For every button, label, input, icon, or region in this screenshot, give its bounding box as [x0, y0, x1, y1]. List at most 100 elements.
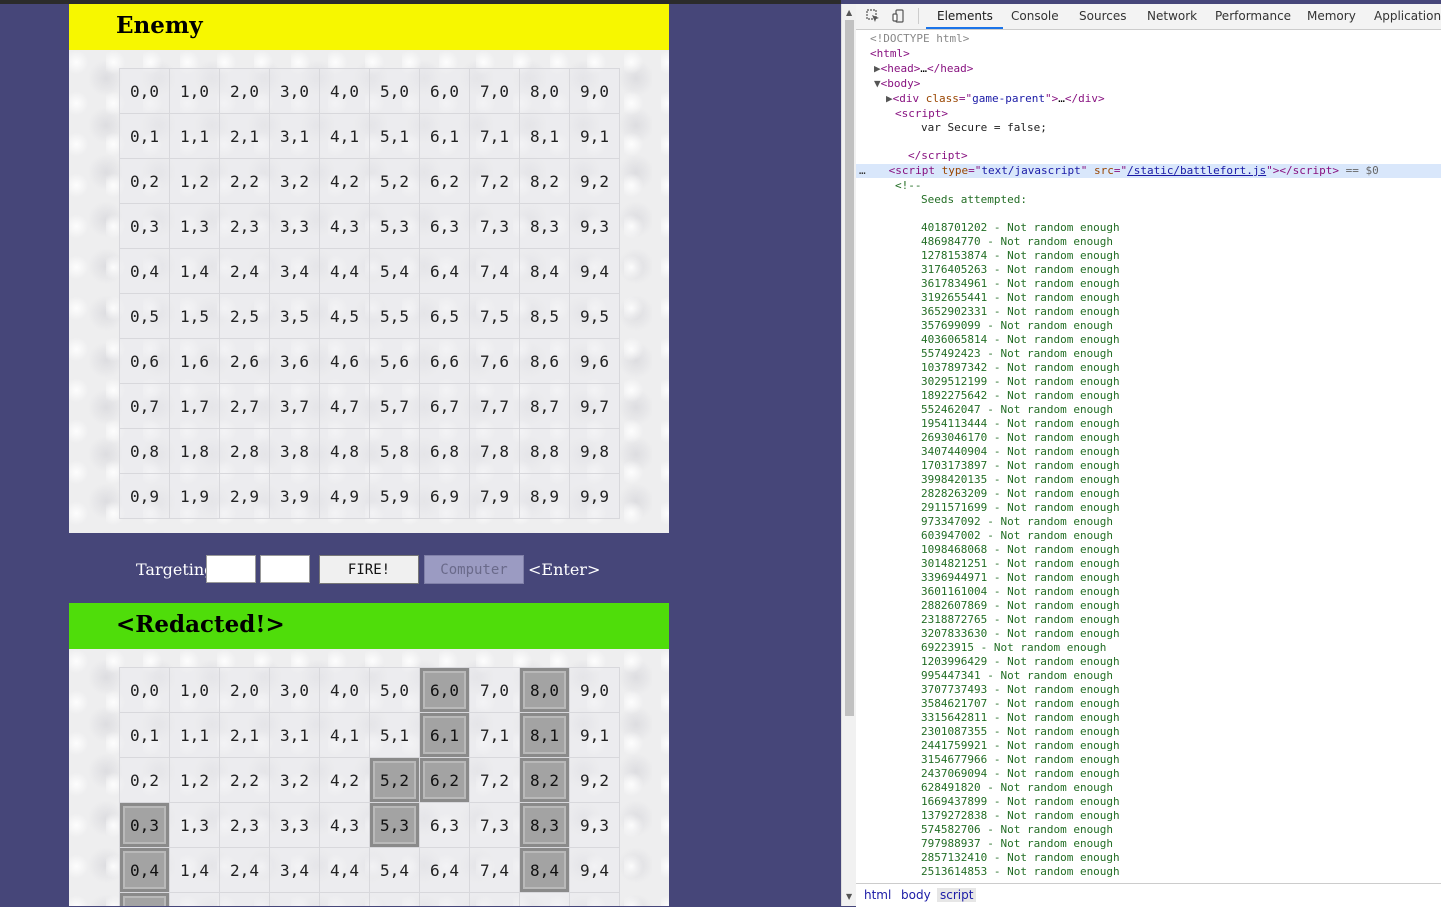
grid-cell[interactable]: 5,8 [370, 429, 420, 474]
grid-cell[interactable]: 5,6 [370, 339, 420, 384]
collapse-triangle-icon[interactable]: ▼ [874, 77, 881, 90]
grid-cell[interactable]: 8,8 [520, 429, 570, 474]
inspect-element-icon[interactable] [866, 9, 880, 23]
inline-script-open[interactable]: <script> [895, 107, 948, 121]
grid-cell[interactable]: 7,3 [470, 204, 520, 249]
game-parent-node[interactable]: ▶<div class="game-parent">…</div> [886, 92, 1105, 106]
grid-cell[interactable]: 1,5 [170, 294, 220, 339]
tab-network[interactable]: Network [1147, 9, 1197, 23]
grid-cell[interactable]: 1,4 [170, 848, 220, 893]
grid-cell[interactable]: 2,4 [220, 249, 270, 294]
grid-cell[interactable]: 7,7 [470, 384, 520, 429]
grid-cell[interactable]: 9,2 [570, 159, 620, 204]
grid-cell[interactable]: 0,3 [120, 803, 170, 848]
grid-cell[interactable]: 8,3 [520, 803, 570, 848]
grid-cell[interactable]: 8,6 [520, 339, 570, 384]
grid-cell[interactable]: 4,7 [320, 384, 370, 429]
grid-cell[interactable]: 3,2 [270, 159, 320, 204]
tab-memory[interactable]: Memory [1307, 9, 1356, 23]
target-x-input[interactable] [206, 555, 256, 583]
grid-cell[interactable]: 9,6 [570, 339, 620, 384]
grid-cell[interactable]: 8,3 [520, 204, 570, 249]
grid-cell[interactable]: 4,9 [320, 474, 370, 519]
grid-cell[interactable]: 6,1 [420, 713, 470, 758]
grid-cell[interactable]: 4,5 [320, 294, 370, 339]
grid-cell[interactable]: 2,7 [220, 384, 270, 429]
grid-cell[interactable]: 7,0 [470, 668, 520, 713]
grid-cell[interactable]: 1,1 [170, 114, 220, 159]
grid-cell[interactable]: 5,2 [370, 758, 420, 803]
grid-cell[interactable]: 0,5 [120, 893, 170, 906]
grid-cell[interactable]: 2,3 [220, 204, 270, 249]
grid-cell[interactable] [420, 893, 470, 906]
grid-cell[interactable]: 4,8 [320, 429, 370, 474]
grid-cell[interactable]: 1,0 [170, 668, 220, 713]
grid-cell[interactable]: 5,0 [370, 69, 420, 114]
breadcrumb-body[interactable]: body [901, 888, 931, 902]
expand-triangle-icon[interactable]: ▶ [886, 92, 893, 105]
grid-cell[interactable]: 5,1 [370, 114, 420, 159]
grid-cell[interactable]: 6,8 [420, 429, 470, 474]
grid-cell[interactable]: 4,0 [320, 668, 370, 713]
grid-cell[interactable] [320, 893, 370, 906]
grid-cell[interactable]: 1,1 [170, 713, 220, 758]
grid-cell[interactable]: 5,3 [370, 204, 420, 249]
grid-cell[interactable]: 7,1 [470, 114, 520, 159]
grid-cell[interactable]: 9,0 [570, 668, 620, 713]
grid-cell[interactable]: 0,4 [120, 848, 170, 893]
tab-console[interactable]: Console [1011, 9, 1059, 23]
grid-cell[interactable]: 9,4 [570, 249, 620, 294]
scroll-down-icon[interactable]: ▼ [846, 892, 852, 901]
grid-cell[interactable]: 0,6 [120, 339, 170, 384]
grid-cell[interactable]: 7,4 [470, 848, 520, 893]
tab-performance[interactable]: Performance [1215, 9, 1291, 23]
grid-cell[interactable]: 4,0 [320, 69, 370, 114]
expand-triangle-icon[interactable]: ▶ [874, 62, 881, 75]
grid-cell[interactable]: 7,9 [470, 474, 520, 519]
grid-cell[interactable]: 4,2 [320, 758, 370, 803]
grid-cell[interactable] [170, 893, 220, 906]
grid-cell[interactable] [220, 893, 270, 906]
grid-cell[interactable]: 7,6 [470, 339, 520, 384]
grid-cell[interactable]: 0,2 [120, 159, 170, 204]
grid-cell[interactable]: 5,9 [370, 474, 420, 519]
grid-cell[interactable]: 4,3 [320, 204, 370, 249]
grid-cell[interactable]: 6,7 [420, 384, 470, 429]
grid-cell[interactable]: 8,4 [520, 848, 570, 893]
grid-cell[interactable]: 7,3 [470, 803, 520, 848]
grid-cell[interactable]: 2,3 [220, 803, 270, 848]
grid-cell[interactable]: 0,3 [120, 204, 170, 249]
grid-cell[interactable]: 0,5 [120, 294, 170, 339]
head-node[interactable]: ▶<head>…</head> [874, 62, 973, 76]
grid-cell[interactable]: 1,3 [170, 204, 220, 249]
grid-cell[interactable]: 6,0 [420, 69, 470, 114]
more-options-icon[interactable]: … [859, 164, 866, 177]
grid-cell[interactable]: 7,5 [470, 294, 520, 339]
grid-cell[interactable]: 2,5 [220, 294, 270, 339]
comment-open[interactable]: <!-- [895, 179, 922, 193]
grid-cell[interactable]: 3,7 [270, 384, 320, 429]
grid-cell[interactable]: 8,2 [520, 758, 570, 803]
grid-cell[interactable]: 2,2 [220, 159, 270, 204]
grid-cell[interactable]: 6,1 [420, 114, 470, 159]
grid-cell[interactable]: 6,3 [420, 204, 470, 249]
body-node[interactable]: ▼<body> [874, 77, 920, 91]
grid-cell[interactable]: 5,7 [370, 384, 420, 429]
grid-cell[interactable]: 8,1 [520, 713, 570, 758]
doctype-line[interactable]: <!DOCTYPE html> [870, 32, 969, 46]
device-toggle-icon[interactable] [892, 9, 906, 23]
grid-cell[interactable] [520, 893, 570, 906]
grid-cell[interactable]: 3,1 [270, 713, 320, 758]
breadcrumb-html[interactable]: html [864, 888, 891, 902]
grid-cell[interactable]: 1,3 [170, 803, 220, 848]
grid-cell[interactable]: 1,8 [170, 429, 220, 474]
grid-cell[interactable]: 8,7 [520, 384, 570, 429]
grid-cell[interactable]: 9,5 [570, 294, 620, 339]
grid-cell[interactable]: 4,1 [320, 713, 370, 758]
grid-cell[interactable]: 4,3 [320, 803, 370, 848]
grid-cell[interactable]: 4,4 [320, 848, 370, 893]
grid-cell[interactable]: 6,3 [420, 803, 470, 848]
grid-cell[interactable]: 3,2 [270, 758, 320, 803]
grid-cell[interactable] [470, 893, 520, 906]
grid-cell[interactable]: 9,1 [570, 114, 620, 159]
